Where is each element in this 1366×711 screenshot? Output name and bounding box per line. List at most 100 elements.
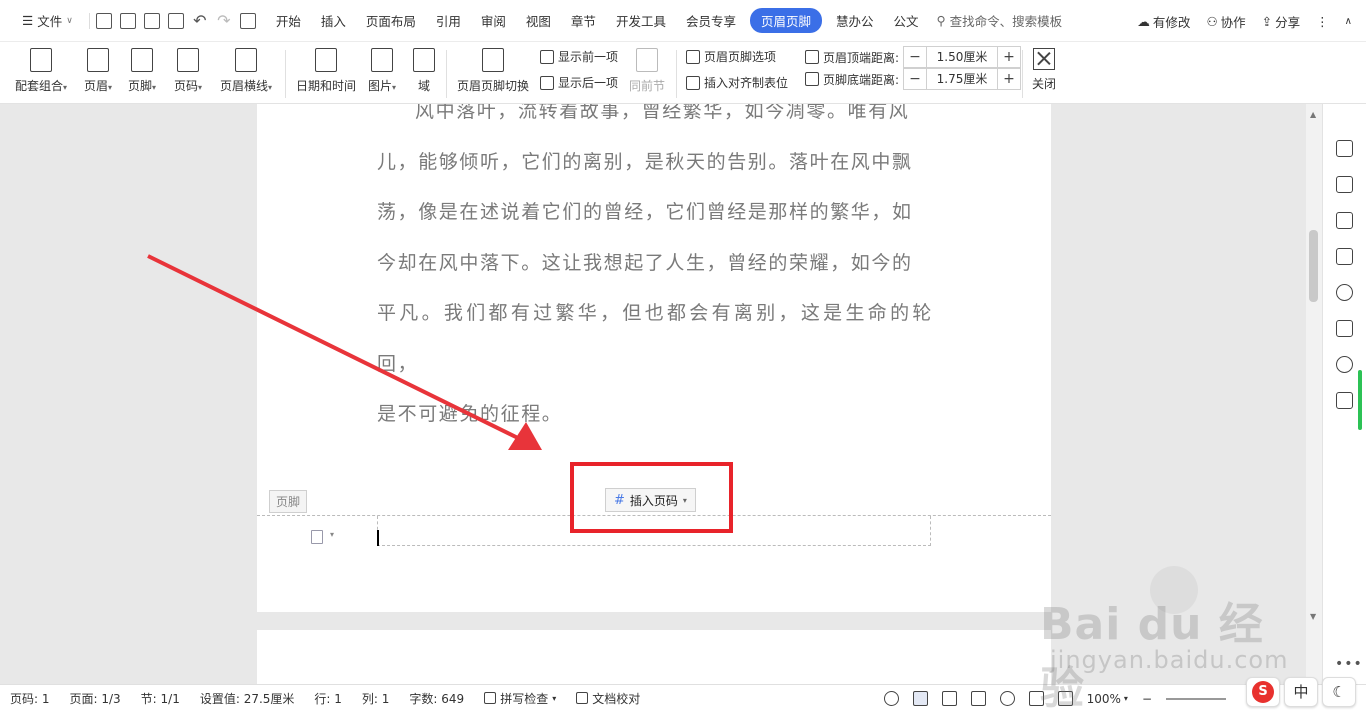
reading-view-icon[interactable] bbox=[970, 691, 986, 706]
sogou-ime-button[interactable]: S bbox=[1246, 676, 1280, 707]
hamburger-icon: ☰ bbox=[22, 13, 34, 28]
write-mode-icon[interactable] bbox=[1028, 691, 1044, 706]
redo-icon[interactable]: ↷ bbox=[216, 12, 232, 29]
close-icon bbox=[1033, 48, 1055, 70]
tab-home[interactable]: 开始 bbox=[266, 11, 311, 30]
command-search[interactable]: ⚲ 查找命令、搜索模板 bbox=[937, 11, 1063, 30]
cloud-icon: ☁ bbox=[1137, 13, 1150, 29]
header-button[interactable]: 页眉▾ bbox=[80, 42, 116, 104]
tab-smart-office[interactable]: 慧办公 bbox=[826, 11, 884, 30]
chevron-down-icon: ▾ bbox=[1123, 694, 1128, 703]
help-icon[interactable] bbox=[1336, 284, 1353, 301]
spell-check-button[interactable]: 拼写检查 ▾ bbox=[474, 690, 566, 707]
vertical-scrollbar[interactable]: ▲ ▼ bbox=[1306, 104, 1322, 684]
tab-review[interactable]: 审阅 bbox=[471, 11, 516, 30]
undo-icon[interactable]: ↶ bbox=[192, 12, 208, 29]
zoom-level[interactable]: 100% ▾ bbox=[1087, 692, 1128, 706]
status-pages[interactable]: 页面: 1/3 bbox=[60, 690, 131, 707]
increase-button[interactable]: + bbox=[998, 69, 1020, 89]
status-setting: 设置值: 27.5厘米 bbox=[199, 691, 295, 706]
more-dots-icon[interactable]: ••• bbox=[1335, 656, 1363, 672]
ime-language-button[interactable]: 中 bbox=[1284, 676, 1318, 707]
tab-references[interactable]: 引用 bbox=[426, 11, 471, 30]
format-painter-icon[interactable] bbox=[239, 12, 256, 29]
collapse-ribbon-icon[interactable]: ∧ bbox=[1345, 16, 1352, 27]
zoom-slider[interactable] bbox=[1166, 697, 1226, 700]
field-button[interactable]: 域 bbox=[410, 42, 438, 104]
switch-icon bbox=[482, 48, 504, 72]
changes-button[interactable]: ☁ 有修改 bbox=[1137, 12, 1190, 31]
date-time-button[interactable]: 日期和时间 bbox=[294, 42, 358, 104]
calendar-icon bbox=[315, 48, 337, 72]
footer-distance-icon bbox=[805, 72, 819, 86]
user-icon: ⚇ bbox=[1206, 13, 1218, 29]
combo-button[interactable]: 配套组合▾ bbox=[12, 42, 70, 104]
scroll-up-icon[interactable]: ▲ bbox=[1310, 110, 1316, 119]
scroll-down-icon[interactable]: ▼ bbox=[1310, 612, 1316, 621]
tab-view[interactable]: 视图 bbox=[516, 11, 561, 30]
show-previous-button[interactable]: 显示前一项 bbox=[540, 48, 618, 65]
decrease-button[interactable]: − bbox=[904, 47, 926, 67]
menubar-right: ☁ 有修改 ⚇ 协作 ⇪ 分享 ⋮ ∧ bbox=[1137, 0, 1352, 42]
annotation-highlight-box bbox=[570, 462, 733, 533]
increase-button[interactable]: + bbox=[998, 47, 1020, 67]
image-tool-icon[interactable] bbox=[1336, 320, 1353, 337]
export-pdf-icon[interactable] bbox=[119, 12, 136, 29]
text-line: 荡，像是在述说着它们的曾经，它们曾经是那样的繁华，如 bbox=[377, 201, 913, 223]
header-line-button[interactable]: 页眉横线▾ bbox=[216, 42, 276, 104]
same-as-previous-button[interactable]: 同前节 bbox=[628, 42, 666, 104]
eye-protection-icon[interactable] bbox=[883, 691, 899, 706]
tab-header-footer[interactable]: 页眉页脚 bbox=[749, 8, 822, 33]
footer-options-icon[interactable] bbox=[311, 530, 323, 544]
header-top-distance: 页眉顶端距离: − 1.50厘米 + bbox=[805, 46, 1022, 68]
footer-button[interactable]: 页脚▾ bbox=[124, 42, 160, 104]
insert-align-tab-button[interactable]: 插入对齐制表位 bbox=[686, 74, 788, 91]
sliders-icon[interactable] bbox=[1336, 248, 1353, 265]
decrease-button[interactable]: − bbox=[904, 69, 926, 89]
tab-developer[interactable]: 开发工具 bbox=[606, 11, 676, 30]
text-cursor bbox=[377, 530, 379, 546]
fit-page-icon[interactable] bbox=[1057, 691, 1073, 706]
show-next-button[interactable]: 显示后一项 bbox=[540, 74, 618, 91]
share-icon: ⇪ bbox=[1261, 13, 1273, 29]
pen-icon[interactable] bbox=[1336, 176, 1353, 193]
print-preview-icon[interactable] bbox=[167, 12, 184, 29]
moon-icon[interactable]: ☾ bbox=[1322, 676, 1356, 707]
page-number-button[interactable]: 页码▾ bbox=[170, 42, 206, 104]
status-section: 节: 1/1 bbox=[140, 691, 180, 706]
tab-section[interactable]: 章节 bbox=[561, 11, 606, 30]
annotation-arrow bbox=[147, 254, 542, 450]
tab-member[interactable]: 会员专享 bbox=[676, 11, 746, 30]
header-footer-options-button[interactable]: 页眉页脚选项 bbox=[686, 48, 776, 65]
outline-view-icon[interactable] bbox=[941, 691, 957, 706]
tab-official-doc[interactable]: 公文 bbox=[884, 11, 929, 30]
web-view-icon[interactable] bbox=[999, 691, 1015, 706]
header-footer-switch-button[interactable]: 页眉页脚切换 bbox=[456, 42, 530, 104]
share-button[interactable]: ⇪ 分享 bbox=[1262, 12, 1301, 31]
zoom-out-icon[interactable]: − bbox=[1142, 692, 1152, 706]
chevron-down-icon[interactable]: ▾ bbox=[330, 530, 334, 539]
quick-access-toolbar: ↶ ↷ bbox=[88, 12, 266, 29]
scrollbar-thumb[interactable] bbox=[1309, 230, 1318, 302]
file-menu[interactable]: ☰ 文件 ∨ bbox=[12, 11, 87, 30]
proofread-button[interactable]: 文档校对 bbox=[566, 690, 650, 707]
tab-insert[interactable]: 插入 bbox=[311, 11, 356, 30]
header-top-value[interactable]: 1.50厘米 bbox=[926, 47, 999, 67]
picture-icon bbox=[371, 48, 393, 72]
lightbulb-icon[interactable] bbox=[1336, 356, 1353, 373]
picture-button[interactable]: 图片▾ bbox=[364, 42, 400, 104]
footer-bottom-value[interactable]: 1.75厘米 bbox=[926, 69, 999, 89]
save-icon[interactable] bbox=[95, 12, 112, 29]
book-icon[interactable] bbox=[1336, 392, 1353, 409]
rocket-icon[interactable] bbox=[1336, 140, 1353, 157]
close-header-footer-button[interactable]: 关闭 bbox=[1030, 42, 1058, 104]
document-page-2 bbox=[257, 630, 1051, 684]
page-view-icon[interactable] bbox=[912, 691, 928, 706]
status-word-count[interactable]: 字数: 649 bbox=[399, 690, 474, 707]
collab-button[interactable]: ⚇ 协作 bbox=[1206, 12, 1245, 31]
pointer-icon[interactable] bbox=[1336, 212, 1353, 229]
tab-page-layout[interactable]: 页面布局 bbox=[356, 11, 426, 30]
menu-bar: ☰ 文件 ∨ ↶ ↷ 开始 插入 页面布局 引用 审阅 视图 章节 开发工具 会… bbox=[0, 0, 1366, 42]
print-icon[interactable] bbox=[143, 12, 160, 29]
more-menu-icon[interactable]: ⋮ bbox=[1316, 14, 1329, 29]
